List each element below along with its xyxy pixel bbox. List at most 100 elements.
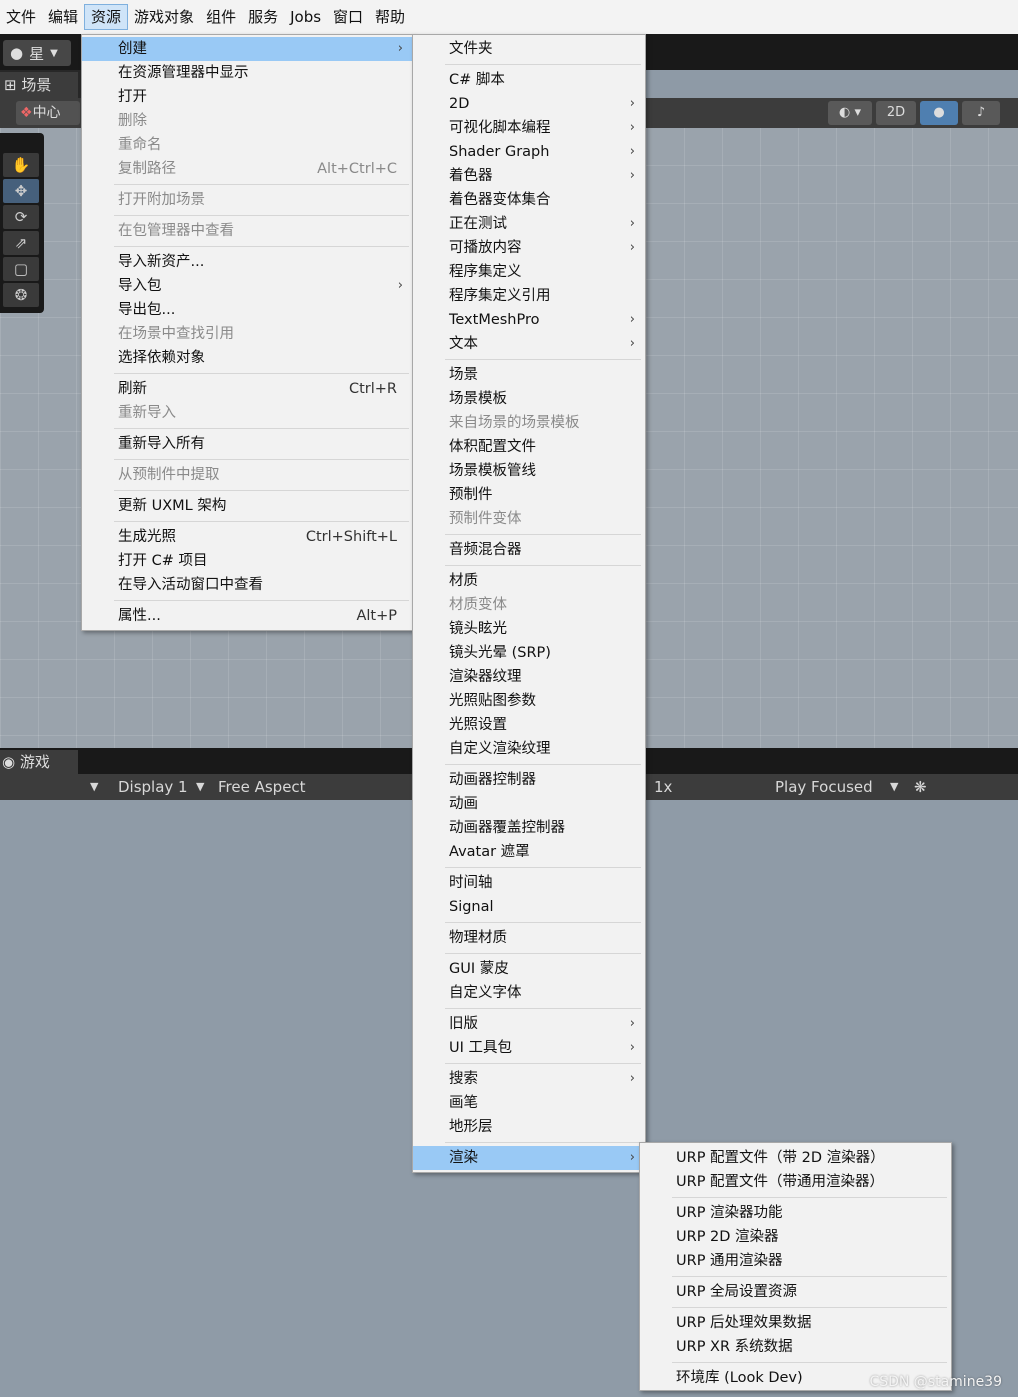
rect-tool[interactable]: ▢: [3, 257, 39, 281]
menu-item-brush[interactable]: 画笔: [413, 1091, 645, 1115]
menu-item-playables[interactable]: 可播放内容 ›: [413, 236, 645, 260]
menu-jobs[interactable]: Jobs: [284, 4, 327, 30]
menu-item-folder[interactable]: 文件夹: [413, 37, 645, 61]
menu-item-urp-renderer-feature[interactable]: URP 渲染器功能: [640, 1201, 951, 1225]
menu-item-generate-lighting[interactable]: 生成光照 Ctrl+Shift+L: [82, 525, 413, 549]
menu-item-select-dependencies[interactable]: 选择依赖对象: [82, 346, 413, 370]
menu-help[interactable]: 帮助: [369, 4, 411, 30]
menu-item-shader-graph[interactable]: Shader Graph ›: [413, 140, 645, 164]
menu-item-custom-font[interactable]: 自定义字体: [413, 981, 645, 1005]
menu-file[interactable]: 文件: [0, 4, 42, 30]
menu-item-animation[interactable]: 动画: [413, 792, 645, 816]
account-dropdown[interactable]: ● 星 ▼: [3, 40, 71, 66]
menu-item-audio-mixer[interactable]: 音频混合器: [413, 538, 645, 562]
menu-item-csharp-script[interactable]: C# 脚本: [413, 68, 645, 92]
game-tab-label: 游戏: [19, 753, 50, 771]
menu-item-timeline[interactable]: 时间轴: [413, 871, 645, 895]
menu-item-scene[interactable]: 场景: [413, 363, 645, 387]
menu-item-search[interactable]: 搜索 ›: [413, 1067, 645, 1091]
menu-item-material[interactable]: 材质: [413, 569, 645, 593]
menu-item-find-references: 在场景中查找引用: [118, 326, 234, 342]
move-tool[interactable]: ✥: [3, 179, 39, 203]
menu-item-import-new-asset[interactable]: 导入新资产...: [82, 250, 413, 274]
menu-item-urp-post-process-data[interactable]: URP 后处理效果数据: [640, 1311, 951, 1335]
menu-item-create[interactable]: 创建 ›: [82, 37, 413, 61]
separator: [672, 1197, 947, 1198]
menu-item-urp-2d-renderer[interactable]: URP 2D 渲染器: [640, 1225, 951, 1249]
menu-item-open[interactable]: 打开: [82, 85, 413, 109]
menu-item-ui-toolkit[interactable]: UI 工具包 ›: [413, 1036, 645, 1060]
transform-tool[interactable]: ❂: [3, 283, 39, 307]
menu-item-lens-flare[interactable]: 镜头眩光: [413, 617, 645, 641]
menu-gameobject[interactable]: 游戏对象: [128, 4, 200, 30]
menu-item-prefab[interactable]: 预制件: [413, 483, 645, 507]
menu-assets[interactable]: 资源: [84, 4, 129, 30]
assets-menu: 创建 › 在资源管理器中显示 打开 删除 重命名 复制路径 Alt+Ctrl+C 打…: [81, 34, 414, 631]
menu-item-import-package[interactable]: 导入包 ›: [82, 274, 413, 298]
scale-icon: ⇗: [14, 234, 28, 252]
menu-item-open-csharp-project[interactable]: 打开 C# 项目: [82, 549, 413, 573]
menu-item-animator-override-controller[interactable]: 动画器覆盖控制器: [413, 816, 645, 840]
rotate-tool[interactable]: ⟳: [3, 205, 39, 229]
menu-item-urp-global-settings[interactable]: URP 全局设置资源: [640, 1280, 951, 1304]
menu-item-reimport-all[interactable]: 重新导入所有: [82, 432, 413, 456]
chevron-right-icon: ›: [629, 1071, 635, 1086]
menu-item-2d[interactable]: 2D ›: [413, 92, 645, 116]
toggle-2d-button[interactable]: 2D: [876, 101, 916, 125]
hand-tool[interactable]: ✋: [3, 153, 39, 177]
menu-item-text[interactable]: 文本 ›: [413, 332, 645, 356]
menu-item-animator-controller[interactable]: 动画器控制器: [413, 768, 645, 792]
menu-item-show-in-explorer[interactable]: 在资源管理器中显示: [82, 61, 413, 85]
menu-item-visual-scripting[interactable]: 可视化脚本编程 ›: [413, 116, 645, 140]
menu-item-lens-flare-srp[interactable]: 镜头光晕 (SRP): [413, 641, 645, 665]
menu-item-rendering[interactable]: 渲染 ›: [413, 1146, 645, 1170]
menu-item-render-texture[interactable]: 渲染器纹理: [413, 665, 645, 689]
menu-item-export-package[interactable]: 导出包...: [82, 298, 413, 322]
menu-item-properties[interactable]: 属性... Alt+P: [82, 604, 413, 628]
menu-item-assembly-definition-reference[interactable]: 程序集定义引用: [413, 284, 645, 308]
menu-item-custom-render-texture[interactable]: 自定义渲染纹理: [413, 737, 645, 761]
menu-item-terrain-layer[interactable]: 地形层: [413, 1115, 645, 1139]
menu-item-refresh[interactable]: 刷新 Ctrl+R: [82, 377, 413, 401]
menu-item-scene-template[interactable]: 场景模板: [413, 387, 645, 411]
menu-item-physic-material[interactable]: 物理材质: [413, 926, 645, 950]
tab-game[interactable]: ◉ 游戏: [0, 750, 78, 774]
account-label: 星: [29, 44, 45, 63]
menu-item-assembly-definition[interactable]: 程序集定义: [413, 260, 645, 284]
bug-icon[interactable]: ❋: [914, 774, 927, 800]
menu-item-volume-profile[interactable]: 体积配置文件: [413, 435, 645, 459]
menu-item-urp-asset-2d[interactable]: URP 配置文件（带 2D 渲染器）: [640, 1146, 951, 1170]
aspect-dropdown[interactable]: Free Aspect: [218, 774, 306, 800]
menu-item-view-in-import-window[interactable]: 在导入活动窗口中查看: [82, 573, 413, 597]
menu-item-avatar-mask[interactable]: Avatar 遮罩: [413, 840, 645, 864]
menu-item-urp-xr-system-data[interactable]: URP XR 系统数据: [640, 1335, 951, 1359]
menu-item-shader-variant-collection[interactable]: 着色器变体集合: [413, 188, 645, 212]
menu-services[interactable]: 服务: [242, 4, 284, 30]
menu-item-lighting-settings[interactable]: 光照设置: [413, 713, 645, 737]
lighting-toggle[interactable]: ●: [920, 101, 958, 125]
draw-mode-dropdown[interactable]: ◐ ▾: [828, 101, 872, 125]
menu-edit[interactable]: 编辑: [42, 4, 84, 30]
menu-item-update-uxml-schema[interactable]: 更新 UXML 架构: [82, 494, 413, 518]
menu-item-scene-template-pipeline[interactable]: 场景模板管线: [413, 459, 645, 483]
menu-item-testing[interactable]: 正在测试 ›: [413, 212, 645, 236]
play-mode-dropdown[interactable]: Play Focused: [775, 774, 873, 800]
menu-item-urp-universal-renderer[interactable]: URP 通用渲染器: [640, 1249, 951, 1273]
rendering-submenu: URP 配置文件（带 2D 渲染器） URP 配置文件（带通用渲染器） URP …: [639, 1142, 952, 1391]
menu-item-signal[interactable]: Signal: [413, 895, 645, 919]
pivot-dropdown[interactable]: ❖中心: [16, 101, 80, 125]
menu-component[interactable]: 组件: [200, 4, 242, 30]
tab-scene[interactable]: ⊞ 场景: [0, 72, 78, 98]
chevron-down-icon[interactable]: ▼: [90, 774, 98, 800]
menu-item-legacy[interactable]: 旧版 ›: [413, 1012, 645, 1036]
menu-item-textmeshpro[interactable]: TextMeshPro ›: [413, 308, 645, 332]
scale-tool[interactable]: ⇗: [3, 231, 39, 255]
display-dropdown[interactable]: Display 1: [118, 774, 188, 800]
menu-item-lightmap-parameters[interactable]: 光照贴图参数: [413, 689, 645, 713]
menu-item-shader[interactable]: 着色器 ›: [413, 164, 645, 188]
menu-window[interactable]: 窗口: [327, 4, 369, 30]
separator: [114, 521, 409, 522]
menu-item-gui-skin[interactable]: GUI 蒙皮: [413, 957, 645, 981]
menu-item-urp-asset-universal[interactable]: URP 配置文件（带通用渲染器）: [640, 1170, 951, 1194]
audio-toggle[interactable]: ♪: [962, 101, 1000, 125]
